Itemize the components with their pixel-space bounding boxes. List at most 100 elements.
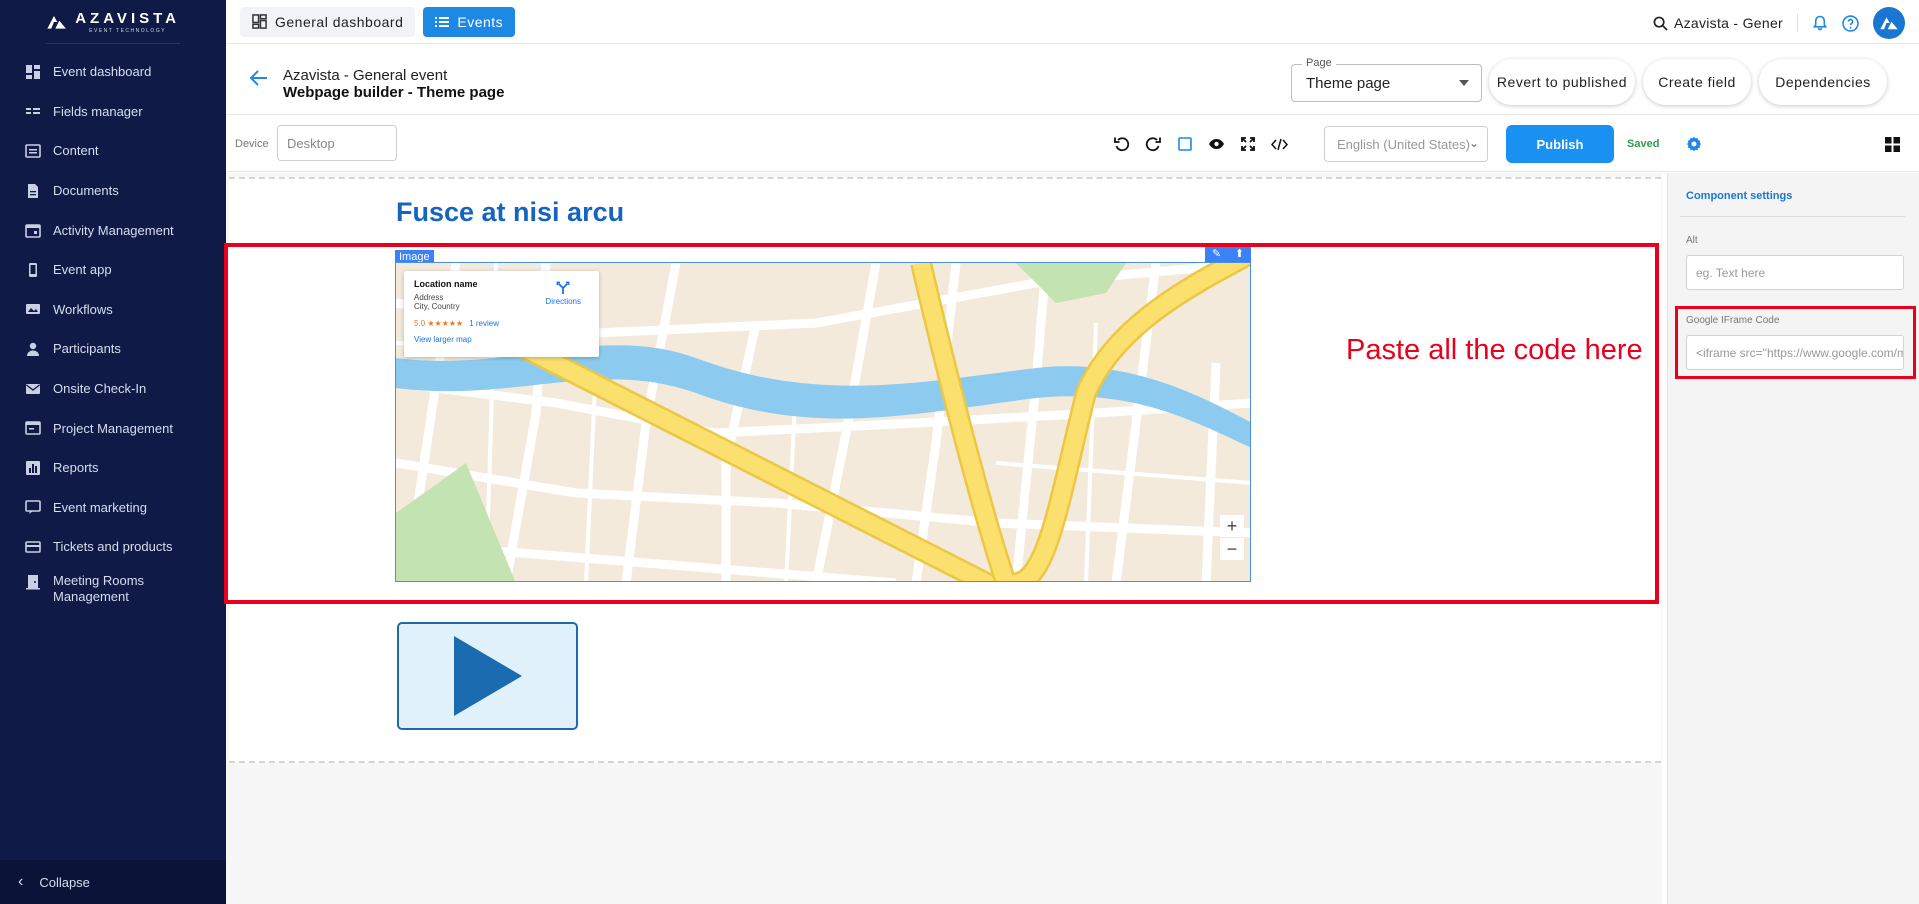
sidebar-item-label: Project Management — [53, 420, 173, 436]
brand-logo[interactable]: AZAVISTA EVENT TECHNOLOGY — [46, 0, 180, 44]
top-right-controls: Azavista - Gener — [1653, 7, 1905, 39]
divider — [1680, 216, 1905, 217]
sidebar-item-label: Reports — [53, 460, 99, 476]
preview-eye-icon[interactable] — [1207, 135, 1225, 153]
device-select[interactable]: Desktop — [277, 125, 397, 161]
page-select[interactable]: Page Theme page — [1291, 57, 1482, 102]
meeting-room-icon — [24, 573, 42, 591]
reports-icon — [24, 459, 42, 477]
chevron-down-icon: ⌄ — [1468, 136, 1479, 150]
general-dashboard-label: General dashboard — [275, 13, 404, 30]
list-icon — [435, 16, 450, 27]
sidebar-item-workflows[interactable]: Workflows — [0, 290, 226, 330]
sidebar-item-label: Event dashboard — [53, 64, 152, 80]
sidebar-item-event-app[interactable]: Event app — [0, 250, 226, 290]
brand-tagline: EVENT TECHNOLOGY — [89, 27, 167, 34]
page-headline[interactable]: Fusce at nisi arcu — [396, 197, 624, 228]
azavista-logo-icon — [47, 15, 66, 29]
create-field-button[interactable]: Create field — [1643, 59, 1751, 105]
sidebar-item-label: Activity Management — [53, 222, 174, 238]
sidebar-item-documents[interactable]: Documents — [0, 171, 226, 211]
sidebar: AZAVISTA EVENT TECHNOLOGY Event dashboar… — [0, 0, 226, 904]
document-icon — [24, 182, 42, 200]
chevron-left-icon: ‹ — [18, 873, 24, 890]
redo-icon[interactable] — [1144, 135, 1162, 153]
mail-icon — [24, 380, 42, 398]
play-icon — [453, 636, 522, 716]
code-view-icon[interactable] — [1270, 135, 1288, 153]
annotation-highlight-iframe — [1675, 306, 1916, 379]
divider — [1797, 14, 1798, 32]
sidebar-item-meeting-rooms-management[interactable]: Meeting Rooms Management — [0, 567, 226, 613]
project-icon — [24, 419, 42, 437]
back-arrow-icon[interactable] — [249, 70, 268, 91]
fullscreen-icon[interactable] — [1239, 135, 1257, 153]
revert-to-published-button[interactable]: Revert to published — [1489, 59, 1635, 105]
page-title: Webpage builder - Theme page — [283, 84, 505, 101]
sidebar-item-reports[interactable]: Reports — [0, 448, 226, 488]
event-search-text: Azavista - Gener — [1673, 15, 1783, 31]
sidebar-item-activity-management[interactable]: Activity Management — [0, 210, 226, 250]
event-search[interactable]: Azavista - Gener — [1653, 15, 1783, 31]
sidebar-item-event-marketing[interactable]: Event marketing — [0, 488, 226, 528]
person-icon — [24, 340, 42, 358]
language-value: English (United States) — [1337, 136, 1470, 152]
phone-icon — [24, 261, 42, 279]
dependencies-button[interactable]: Dependencies — [1759, 59, 1887, 105]
sidebar-item-onsite-check-in[interactable]: Onsite Check-In — [0, 369, 226, 409]
workflow-icon — [24, 300, 42, 318]
annotation-highlight-map — [224, 243, 1659, 604]
sidebar-item-content[interactable]: Content — [0, 131, 226, 171]
save-status: Saved — [1627, 138, 1660, 150]
alt-label: Alt — [1686, 235, 1698, 246]
publish-button[interactable]: Publish — [1506, 125, 1614, 163]
component-outline-icon[interactable] — [1176, 135, 1194, 153]
sidebar-item-label: Content — [53, 143, 99, 159]
general-dashboard-button[interactable]: General dashboard — [240, 6, 416, 37]
sidebar-item-label: Tickets and products — [53, 539, 173, 555]
language-select[interactable]: English (United States) ⌄ — [1324, 126, 1488, 162]
component-settings-panel: Component settings Alt eg. Text here Goo… — [1667, 173, 1919, 904]
events-label: Events — [457, 13, 504, 30]
collapse-sidebar-button[interactable]: ‹ Collapse — [0, 860, 226, 904]
top-bar: General dashboard Events Azavista - Gene… — [226, 0, 1919, 44]
content-icon — [24, 142, 42, 160]
collapse-label: Collapse — [39, 874, 90, 890]
sidebar-item-project-management[interactable]: Project Management — [0, 408, 226, 448]
sidebar-item-label: Participants — [53, 341, 121, 357]
blocks-panel-icon[interactable] — [1883, 135, 1901, 153]
sidebar-item-fields-manager[interactable]: Fields manager — [0, 92, 226, 132]
azavista-logo-icon — [1880, 17, 1898, 30]
avatar[interactable] — [1873, 7, 1905, 39]
panel-title: Component settings — [1686, 190, 1793, 202]
sidebar-item-label: Onsite Check-In — [53, 381, 147, 397]
events-button[interactable]: Events — [423, 6, 516, 37]
sidebar-nav: Event dashboard Fields manager Content D… — [0, 52, 226, 613]
page-header: Azavista - General event Webpage builder… — [226, 45, 1919, 115]
app-root: AZAVISTA EVENT TECHNOLOGY Event dashboar… — [0, 0, 1919, 904]
sidebar-item-tickets-and-products[interactable]: Tickets and products — [0, 527, 226, 567]
sidebar-item-label: Meeting Rooms Management — [53, 572, 145, 604]
sidebar-item-label: Documents — [53, 183, 119, 199]
video-placeholder[interactable] — [397, 622, 578, 730]
sidebar-item-label: Fields manager — [53, 103, 143, 119]
sidebar-item-label: Event app — [53, 262, 112, 278]
brand-name: AZAVISTA — [75, 9, 180, 27]
alt-input[interactable]: eg. Text here — [1686, 255, 1904, 290]
builder-toolbar: Device Desktop English (United States) ⌄… — [226, 116, 1919, 172]
calendar-icon — [24, 221, 42, 239]
undo-icon[interactable] — [1113, 135, 1131, 153]
sidebar-item-event-dashboard[interactable]: Event dashboard — [0, 52, 226, 92]
help-icon[interactable] — [1842, 14, 1859, 32]
device-label: Device — [235, 138, 269, 150]
dashboard-icon — [24, 63, 42, 81]
sidebar-item-label: Event marketing — [53, 499, 147, 515]
page-select-label: Page — [1302, 57, 1336, 69]
caret-down-icon — [1459, 80, 1469, 86]
dashboard-icon — [252, 14, 267, 29]
marketing-icon — [24, 498, 42, 516]
gear-icon[interactable] — [1685, 135, 1703, 153]
sidebar-item-participants[interactable]: Participants — [0, 329, 226, 369]
event-name: Azavista - General event — [283, 67, 448, 84]
bell-icon[interactable] — [1812, 15, 1828, 31]
